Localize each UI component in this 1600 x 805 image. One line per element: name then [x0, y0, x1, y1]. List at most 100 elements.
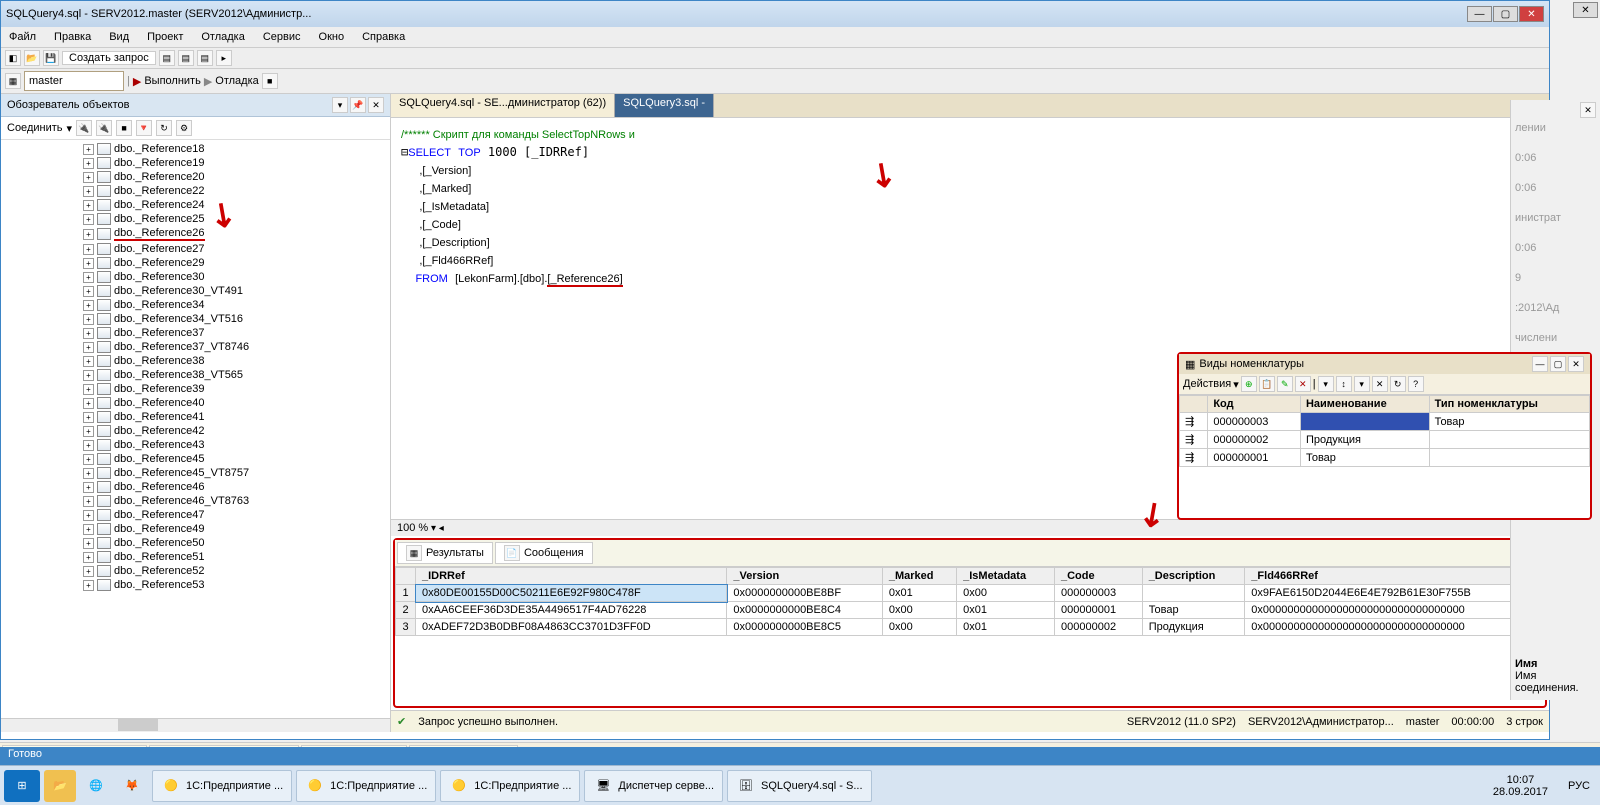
filter-icon[interactable]: ▾ — [1318, 376, 1334, 392]
chrome-icon[interactable]: 🌐 — [80, 770, 112, 802]
table-row[interactable]: + dbo._Reference47 — [3, 508, 388, 522]
menu-Отладка[interactable]: Отладка — [197, 29, 248, 45]
expand-icon[interactable]: + — [83, 524, 94, 535]
expand-icon[interactable]: + — [83, 172, 94, 183]
expand-icon[interactable]: + — [83, 272, 94, 283]
table-row[interactable]: + dbo._Reference26 — [3, 226, 388, 242]
clear-icon[interactable]: ✕ — [1372, 376, 1388, 392]
clock[interactable]: 10:0728.09.2017 — [1483, 774, 1558, 798]
add-icon[interactable]: ⊕ — [1241, 376, 1257, 392]
tab-messages[interactable]: 📄Сообщения — [495, 542, 593, 564]
expand-icon[interactable]: + — [83, 426, 94, 437]
table-row[interactable]: + dbo._Reference29 — [3, 256, 388, 270]
tab-results[interactable]: ▦Результаты — [397, 542, 493, 564]
script-icon[interactable]: ▤ — [197, 50, 213, 66]
bg-close-button[interactable]: ✕ — [1573, 2, 1598, 18]
table-row[interactable]: + dbo._Reference38_VT565 — [3, 368, 388, 382]
expand-icon[interactable]: + — [83, 229, 94, 240]
refresh-icon[interactable]: ↻ — [156, 120, 172, 136]
menu-Проект[interactable]: Проект — [143, 29, 187, 45]
database-select[interactable] — [24, 71, 124, 91]
expand-icon[interactable]: + — [83, 384, 94, 395]
disconnect-icon[interactable]: 🔌 — [96, 120, 112, 136]
db-icon[interactable]: ▦ — [5, 73, 21, 89]
open-icon[interactable]: 📂 — [24, 50, 40, 66]
options-icon[interactable]: ⚙ — [176, 120, 192, 136]
connect-icon[interactable]: 🔌 — [76, 120, 92, 136]
minimize-icon[interactable]: — — [1532, 356, 1548, 372]
dropdown-icon[interactable]: ▾ — [332, 97, 348, 113]
copy-icon[interactable]: 📋 — [1259, 376, 1275, 392]
table-row[interactable]: + dbo._Reference37_VT8746 — [3, 340, 388, 354]
task-item[interactable]: 🖥Диспетчер серве... — [584, 770, 723, 802]
debug-button[interactable]: Отладка — [215, 75, 258, 87]
expand-icon[interactable]: + — [83, 200, 94, 211]
results-grid[interactable]: _IDRRef_Version_Marked_IsMetadata_Code_D… — [395, 567, 1545, 706]
expand-icon[interactable]: + — [83, 186, 94, 197]
table-row[interactable]: + dbo._Reference39 — [3, 382, 388, 396]
filter-icon[interactable]: 🔻 — [136, 120, 152, 136]
table-row[interactable]: + dbo._Reference18 — [3, 142, 388, 156]
menu-Сервис[interactable]: Сервис — [259, 29, 305, 45]
tab-sqlquery4[interactable]: SQLQuery4.sql - SE...дминистратор (62)) — [391, 94, 615, 117]
close-icon[interactable]: ✕ — [368, 97, 384, 113]
lang-indicator[interactable]: РУС — [1562, 780, 1596, 792]
expand-icon[interactable]: + — [83, 214, 94, 225]
table-row[interactable]: + dbo._Reference20 — [3, 170, 388, 184]
expand-icon[interactable]: + — [83, 510, 94, 521]
table-row[interactable]: + dbo._Reference43 — [3, 438, 388, 452]
action-icon[interactable]: ▸ — [216, 50, 232, 66]
save-icon[interactable]: 💾 — [43, 50, 59, 66]
expand-icon[interactable]: + — [83, 158, 94, 169]
delete-icon[interactable]: ✕ — [1295, 376, 1311, 392]
panel-close-icon[interactable]: ✕ — [1580, 102, 1596, 118]
expand-icon[interactable]: + — [83, 258, 94, 269]
table-row[interactable]: + dbo._Reference27 — [3, 242, 388, 256]
connect-label[interactable]: Соединить — [7, 122, 63, 134]
expand-icon[interactable]: + — [83, 454, 94, 465]
expand-icon[interactable]: + — [83, 482, 94, 493]
table-row[interactable]: + dbo._Reference37 — [3, 326, 388, 340]
expand-icon[interactable]: + — [83, 580, 94, 591]
stop-icon[interactable]: ■ — [116, 120, 132, 136]
table-row[interactable]: + dbo._Reference19 — [3, 156, 388, 170]
nomenclature-grid[interactable]: КодНаименованиеТип номенклатуры⇶00000000… — [1179, 395, 1590, 467]
menu-Справка[interactable]: Справка — [358, 29, 409, 45]
close-button[interactable]: ✕ — [1519, 6, 1544, 22]
start-button[interactable]: ⊞ — [4, 770, 40, 802]
task-item[interactable]: 🟡1С:Предприятие ... — [152, 770, 292, 802]
close-icon[interactable]: ✕ — [1568, 356, 1584, 372]
expand-icon[interactable]: + — [83, 440, 94, 451]
stop-icon[interactable]: ■ — [262, 73, 278, 89]
table-row[interactable]: + dbo._Reference45 — [3, 452, 388, 466]
menu-Правка[interactable]: Правка — [50, 29, 95, 45]
table-row[interactable]: + dbo._Reference30_VT491 — [3, 284, 388, 298]
menu-Вид[interactable]: Вид — [105, 29, 133, 45]
expand-icon[interactable]: + — [83, 328, 94, 339]
task-item[interactable]: 🟡1С:Предприятие ... — [296, 770, 436, 802]
expand-icon[interactable]: + — [83, 300, 94, 311]
explorer-icon[interactable]: 📂 — [44, 770, 76, 802]
expand-icon[interactable]: + — [83, 244, 94, 255]
task-item[interactable]: 🟡1С:Предприятие ... — [440, 770, 580, 802]
scrollbar-thumb[interactable] — [118, 719, 158, 731]
expand-icon[interactable]: + — [83, 370, 94, 381]
table-row[interactable]: + dbo._Reference25 — [3, 212, 388, 226]
refresh-icon[interactable]: ↻ — [1390, 376, 1406, 392]
expand-icon[interactable]: + — [83, 286, 94, 297]
firefox-icon[interactable]: 🦊 — [116, 770, 148, 802]
execute-button[interactable]: Выполнить — [144, 75, 200, 87]
table-row[interactable]: + dbo._Reference53 — [3, 578, 388, 592]
help-icon[interactable]: ? — [1408, 376, 1424, 392]
tab-sqlquery3[interactable]: SQLQuery3.sql - — [615, 94, 714, 117]
table-row[interactable]: + dbo._Reference46_VT8763 — [3, 494, 388, 508]
script-icon[interactable]: ▤ — [178, 50, 194, 66]
zoom-level[interactable]: 100 % — [397, 522, 428, 534]
table-row[interactable]: + dbo._Reference24 — [3, 198, 388, 212]
expand-icon[interactable]: + — [83, 314, 94, 325]
table-row[interactable]: + dbo._Reference50 — [3, 536, 388, 550]
expand-icon[interactable]: + — [83, 342, 94, 353]
new-icon[interactable]: ◧ — [5, 50, 21, 66]
task-item[interactable]: 🗄SQLQuery4.sql - S... — [727, 770, 871, 802]
object-tree[interactable]: + dbo._Reference18+ dbo._Reference19+ db… — [1, 140, 390, 718]
